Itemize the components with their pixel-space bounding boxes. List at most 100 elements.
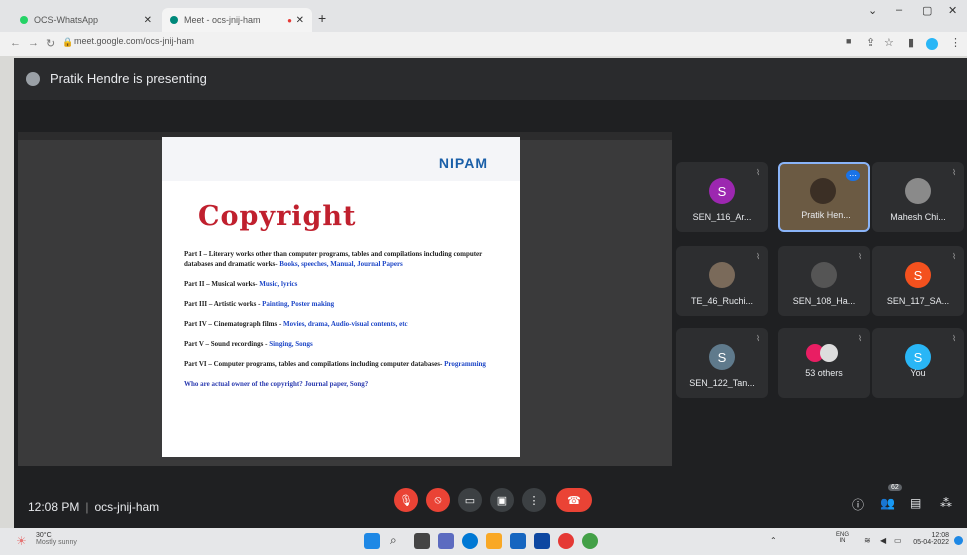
meet-control-bar: 12:08 PM | ocs-jnij-ham 🎙 ⦸ ▭ ▣ ⋮ ☎ ⓘ 👥 62…: [14, 478, 967, 528]
search-icon[interactable]: ⌕: [390, 533, 406, 549]
weather-widget[interactable]: 30°C Mostly sunny: [36, 532, 77, 546]
participant-name: SEN_108_Ha...: [792, 296, 856, 306]
chrome-icon[interactable]: [582, 533, 598, 549]
presenter-avatar: [26, 72, 40, 86]
participant-name: Pratik Hen...: [801, 210, 851, 220]
app-icon[interactable]: [558, 533, 574, 549]
self-tile[interactable]: ⌇ S You: [872, 328, 964, 398]
avatar-stack: [820, 344, 838, 362]
avatar-photo: [709, 262, 735, 288]
avatar: S: [905, 344, 931, 370]
slide-header: NIPAM: [162, 137, 520, 181]
participant-tile[interactable]: ⌇ SEN_108_Ha...: [778, 246, 870, 316]
avatar: S: [905, 262, 931, 288]
tray-overflow-icon[interactable]: ⌃: [770, 536, 777, 545]
mail-icon[interactable]: [534, 533, 550, 549]
others-tile[interactable]: ⌇ 53 others: [778, 328, 870, 398]
chat-icon[interactable]: ▤: [910, 496, 921, 510]
captions-button[interactable]: ▭: [458, 488, 482, 512]
share-icon[interactable]: ⇪: [866, 36, 875, 49]
camera-toggle-button[interactable]: ⦸: [426, 488, 450, 512]
mic-off-icon: ⌇: [756, 252, 760, 261]
participant-tile[interactable]: ⌇ S SEN_116_Ar...: [676, 162, 768, 232]
slide-item: Part III – Artistic works - Painting, Po…: [184, 300, 335, 308]
profile-avatar[interactable]: [926, 38, 938, 50]
weather-icon: ☀: [16, 534, 27, 548]
url-field[interactable]: meet.google.com/ocs-jnij-ham: [74, 36, 194, 46]
recording-dot-icon: ●: [287, 15, 292, 25]
info-icon[interactable]: ⓘ: [852, 496, 864, 513]
tab-label: OCS-WhatsApp: [34, 15, 99, 25]
chat-app-icon[interactable]: [438, 533, 454, 549]
meet-icon: [170, 16, 178, 24]
sidepanel-icon[interactable]: ▮: [908, 36, 914, 49]
presentation-slide: NIPAM Copyright Part I – Literary works …: [162, 137, 520, 457]
maximize-icon[interactable]: ▢: [922, 4, 932, 17]
back-icon[interactable]: ←: [10, 37, 21, 49]
participant-tile-active[interactable]: ⋯ Pratik Hen...: [778, 162, 870, 232]
close-tab-icon[interactable]: ✕: [296, 15, 304, 26]
reload-icon[interactable]: ↻: [46, 37, 55, 50]
task-view-icon[interactable]: [414, 533, 430, 549]
avatar: S: [709, 344, 735, 370]
close-window-icon[interactable]: ✕: [948, 4, 957, 17]
system-clock[interactable]: 12:08 05-04-2022: [913, 532, 949, 546]
more-options-button[interactable]: ⋮: [522, 488, 546, 512]
bookmark-star-icon[interactable]: ☆: [884, 36, 894, 49]
volume-icon[interactable]: ◀: [880, 536, 886, 545]
language-indicator[interactable]: ENG IN: [836, 532, 849, 544]
slide-item: Part VI – Computer programs, tables and …: [184, 360, 486, 368]
end-call-button[interactable]: ☎: [556, 488, 592, 512]
participant-name: TE_46_Ruchi...: [690, 296, 754, 306]
mic-toggle-button[interactable]: 🎙: [394, 488, 418, 512]
mic-off-icon: ⌇: [858, 252, 862, 261]
video-avatar: [810, 178, 836, 204]
participant-tile[interactable]: ⌇ TE_46_Ruchi...: [676, 246, 768, 316]
address-bar: ← → ↻ 🔒 meet.google.com/ocs-jnij-ham ■ ⇪…: [0, 32, 967, 56]
menu-kebab-icon[interactable]: ⋮: [950, 36, 961, 49]
store-icon[interactable]: [510, 533, 526, 549]
participant-tile[interactable]: ⌇ S SEN_117_SA...: [872, 246, 964, 316]
edge-icon[interactable]: [462, 533, 478, 549]
mic-off-icon: ⌇: [952, 252, 956, 261]
slide-body: Part I – Literary works other than compu…: [184, 249, 504, 399]
participant-tile[interactable]: ⌇ S SEN_122_Tan...: [676, 328, 768, 398]
minimize-icon[interactable]: –: [896, 4, 902, 16]
activities-icon[interactable]: ⁂: [940, 496, 952, 510]
lock-icon: 🔒: [62, 37, 74, 47]
tab-search-icon[interactable]: ⌄: [868, 4, 877, 17]
avatar: S: [709, 178, 735, 204]
others-count: 53 others: [805, 368, 843, 378]
file-explorer-icon[interactable]: [486, 533, 502, 549]
tab-meet[interactable]: Meet - ocs-jnij-ham ● ✕: [162, 8, 312, 32]
participant-name: You: [910, 368, 926, 378]
meeting-code: ocs-jnij-ham: [94, 500, 160, 514]
start-icon[interactable]: [364, 533, 380, 549]
participant-tile[interactable]: ⌇ Mahesh Chi...: [872, 162, 964, 232]
slide-item: Part V – Sound recordings - Singing, Son…: [184, 340, 313, 348]
mic-off-icon: ⌇: [756, 168, 760, 177]
slide-item: Part IV – Cinematograph films - Movies, …: [184, 320, 408, 328]
avatar-photo: [905, 178, 931, 204]
mic-off-icon: ⌇: [952, 334, 956, 343]
participant-count-badge: 62: [888, 484, 902, 491]
present-button[interactable]: ▣: [490, 488, 514, 512]
tab-whatsapp[interactable]: OCS-WhatsApp ✕: [12, 8, 160, 32]
participant-name: SEN_117_SA...: [886, 296, 950, 306]
camera-icon[interactable]: ■: [846, 36, 851, 46]
whatsapp-icon: [20, 16, 28, 24]
people-icon[interactable]: 👥: [880, 496, 895, 510]
browser-tab-bar: OCS-WhatsApp ✕ Meet - ocs-jnij-ham ● ✕ +…: [0, 0, 967, 32]
forward-icon[interactable]: →: [28, 37, 39, 49]
notification-icon[interactable]: [954, 536, 963, 545]
new-tab-button[interactable]: +: [318, 10, 326, 26]
participant-name: SEN_116_Ar...: [692, 212, 752, 222]
battery-icon[interactable]: ▭: [894, 536, 902, 545]
presenting-banner: Pratik Hendre is presenting: [14, 58, 967, 100]
participant-name: SEN_122_Tan...: [689, 378, 755, 388]
wifi-icon[interactable]: ≋: [864, 536, 871, 545]
slide-question: Who are actual owner of the copyright? J…: [184, 380, 369, 388]
mic-off-icon: ⌇: [952, 168, 956, 177]
close-tab-icon[interactable]: ✕: [144, 15, 152, 26]
meeting-time: 12:08 PM | ocs-jnij-ham: [28, 500, 160, 514]
